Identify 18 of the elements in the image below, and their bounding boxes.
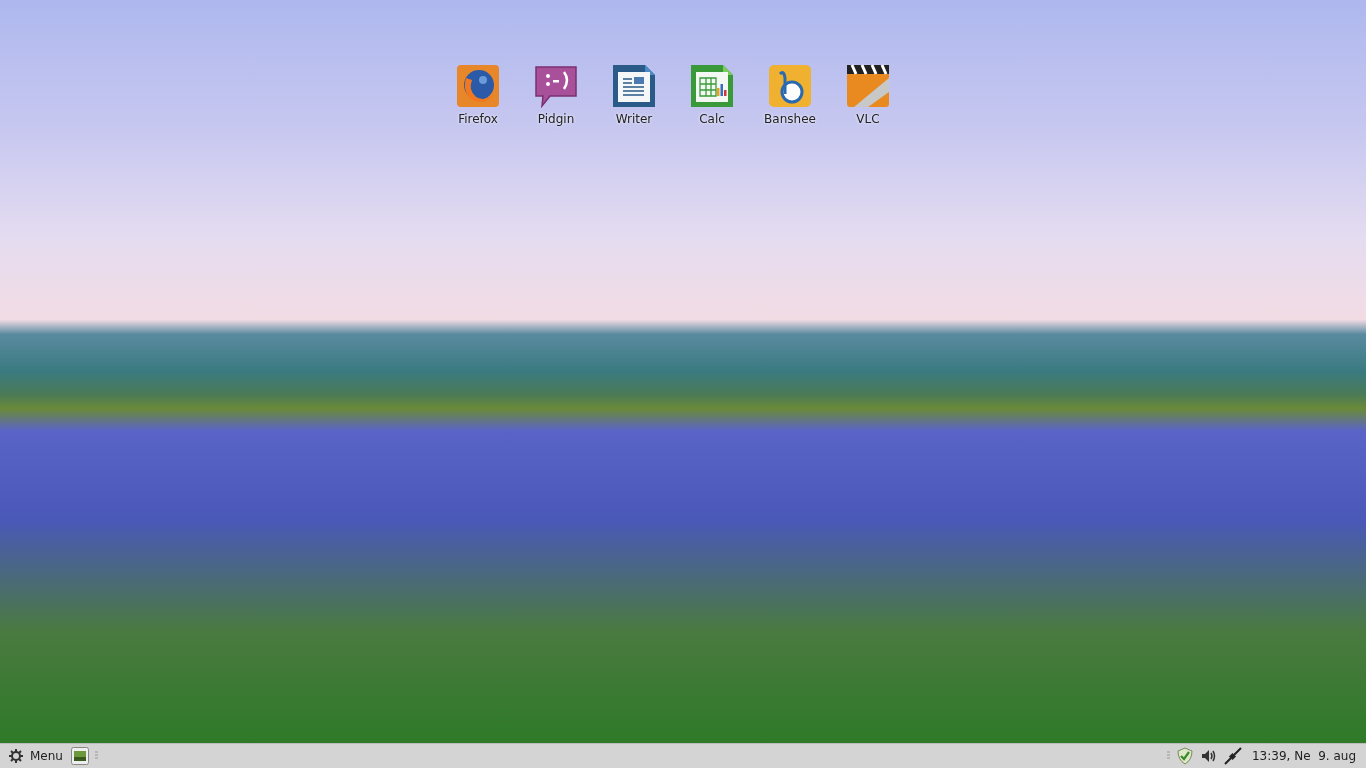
document-icon (612, 64, 656, 108)
desktop-icon-label[interactable]: VLC (856, 112, 880, 126)
spreadsheet-icon (690, 64, 734, 108)
globe-fox-icon (456, 64, 500, 108)
speech-bubble-smiley-icon (534, 64, 578, 108)
desktop-icon-label[interactable]: Writer (615, 112, 653, 126)
clock[interactable]: 13:39, Ne 9. aug (1247, 749, 1360, 763)
desktop-icon-label[interactable]: Banshee (764, 112, 816, 126)
gear-icon (8, 748, 24, 764)
film-clapper-icon (846, 64, 890, 108)
desktop-icon-label[interactable]: Calc (699, 112, 725, 126)
show-desktop-icon[interactable] (70, 747, 89, 765)
network-plug-icon[interactable] (1223, 747, 1242, 765)
desktop-icon-label[interactable]: Firefox (458, 112, 498, 126)
desktop-icon-label[interactable]: Pidgin (537, 112, 575, 126)
shield-check-icon[interactable] (1175, 747, 1194, 765)
letter-b-icon (768, 64, 812, 108)
menu-button[interactable]: Menu (6, 748, 65, 764)
